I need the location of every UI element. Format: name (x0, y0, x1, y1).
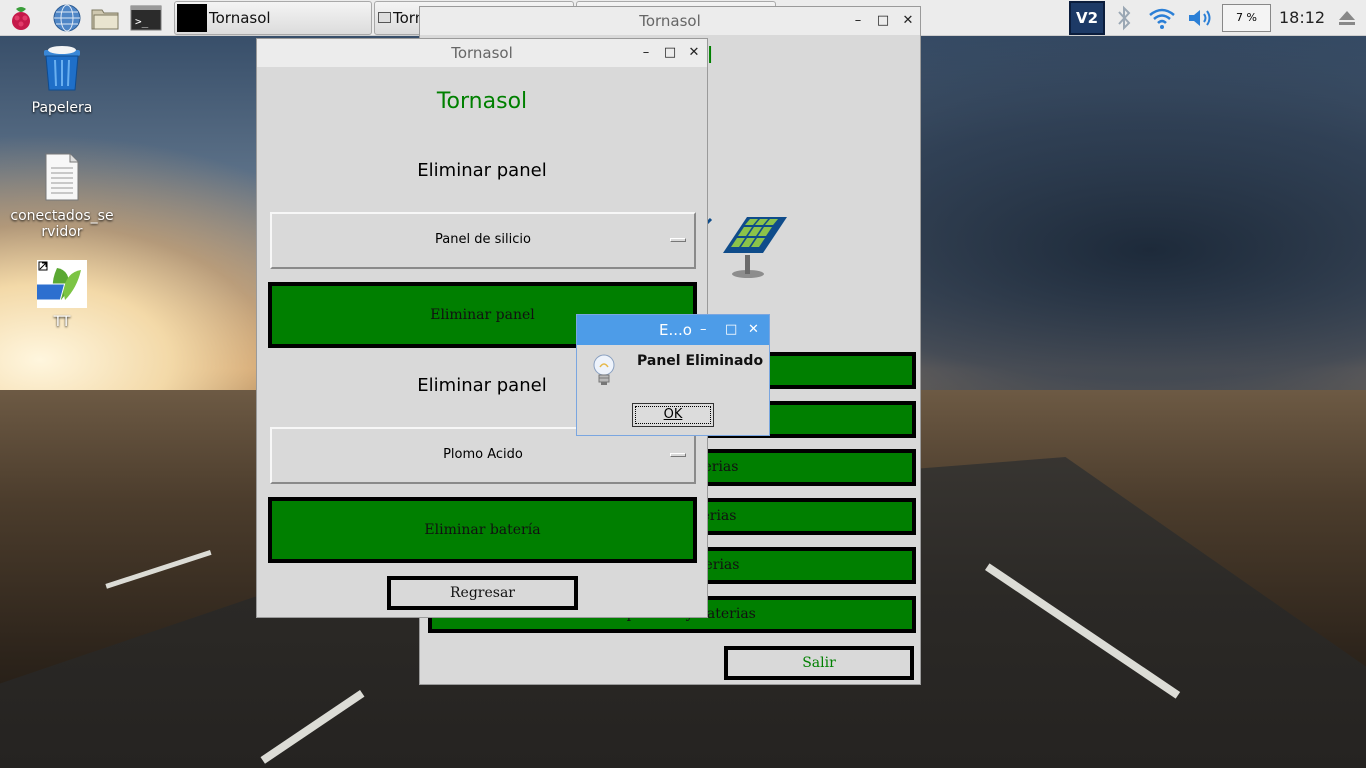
option-menu-indicator (670, 238, 686, 242)
maximize-icon[interactable]: □ (873, 7, 893, 35)
desktop-icon-label: TT (53, 314, 71, 330)
info-bulb-icon (591, 353, 617, 391)
close-icon[interactable]: ✕ (748, 315, 759, 345)
button-label: Eliminar panel (430, 307, 535, 323)
select-value: Plomo Acido (443, 447, 523, 462)
minimize-icon[interactable]: – (700, 315, 707, 345)
desktop-icon-file[interactable]: conectados_se rvidor (8, 152, 116, 240)
volume-icon[interactable] (1186, 6, 1216, 34)
ok-button[interactable]: OK (632, 403, 714, 427)
raspberry-menu-icon[interactable] (6, 3, 36, 33)
web-browser-icon[interactable] (52, 3, 82, 33)
select-value: Panel de silicio (435, 232, 531, 247)
cpu-monitor[interactable]: 7 % (1222, 4, 1271, 32)
window-titlebar[interactable]: Tornasol – □ ✕ (257, 39, 707, 67)
close-icon[interactable]: ✕ (684, 39, 704, 67)
dialog-titlebar[interactable]: E...o – □ ✕ (577, 315, 769, 345)
minimize-icon[interactable]: – (636, 39, 656, 67)
svg-text:>_: >_ (135, 15, 149, 28)
close-icon[interactable]: ✕ (898, 7, 918, 35)
terminal-icon[interactable]: >_ (130, 3, 162, 33)
desktop-icon-tt[interactable]: TT (22, 260, 102, 330)
window-title: Tornasol (451, 44, 513, 62)
message-dialog: E...o – □ ✕ Panel Eliminado OK (576, 314, 770, 436)
window-titlebar[interactable]: Tornasol – □ ✕ (420, 7, 920, 35)
bluetooth-icon[interactable] (1114, 5, 1134, 35)
desktop-icon-label: Papelera (31, 100, 93, 116)
button-label: Regresar (450, 585, 515, 601)
app-title: Tornasol (436, 89, 528, 114)
desktop-icon-trash[interactable]: Papelera (22, 44, 102, 116)
solar-panel-icon (703, 211, 793, 287)
button-label: Eliminar batería (424, 522, 541, 538)
minimize-icon[interactable]: – (848, 7, 868, 35)
panel-select[interactable]: Panel de silicio (270, 212, 696, 269)
section-heading-panel: Eliminar panel (417, 160, 547, 181)
button-label: Salir (802, 655, 836, 671)
task-label: Tornasol (209, 9, 271, 27)
document-icon (45, 153, 79, 201)
back-button[interactable]: Regresar (387, 576, 578, 610)
trash-icon (44, 46, 80, 91)
window-icon (378, 12, 391, 23)
dialog-title: E...o (659, 321, 692, 339)
option-menu-indicator (670, 453, 686, 457)
solar-leaf-icon (37, 260, 87, 308)
exit-button[interactable]: Salir (724, 646, 914, 680)
vnc-icon[interactable]: V2 (1069, 1, 1105, 35)
window-title: Tornasol (639, 12, 701, 30)
delete-battery-button[interactable]: Eliminar batería (268, 497, 697, 563)
dialog-message: Panel Eliminado (637, 353, 764, 369)
maximize-icon[interactable]: □ (660, 39, 680, 67)
taskbar-task-tornasol-active[interactable]: Tornasol (174, 1, 372, 35)
eject-icon[interactable] (1337, 9, 1357, 31)
maximize-icon[interactable]: □ (725, 315, 737, 345)
desktop-icon-label: rvidor (41, 224, 83, 240)
clock[interactable]: 18:12 (1279, 8, 1325, 27)
wifi-icon[interactable] (1148, 6, 1176, 34)
app-icon (177, 4, 207, 32)
desktop-icon-label: conectados_se (10, 208, 114, 224)
file-manager-icon[interactable] (90, 3, 120, 33)
